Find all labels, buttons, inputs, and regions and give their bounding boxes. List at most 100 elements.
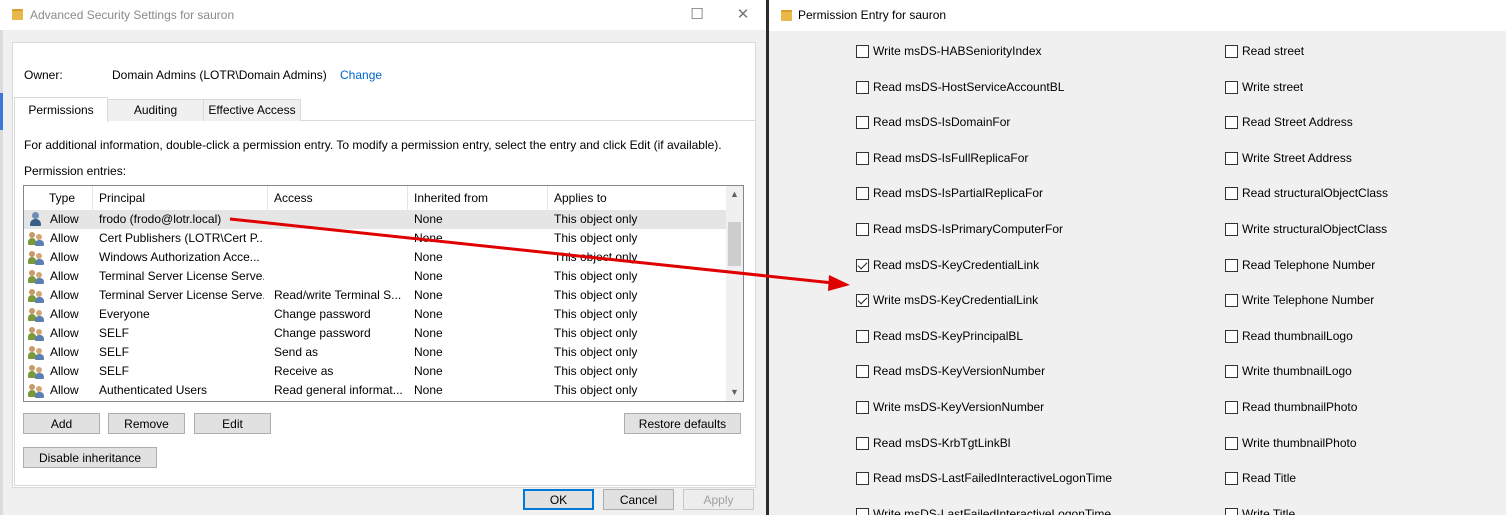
cell-applies: This object only xyxy=(554,288,638,302)
edit-button[interactable]: Edit xyxy=(194,413,271,434)
checkbox[interactable] xyxy=(1225,187,1238,201)
checkbox[interactable] xyxy=(856,45,869,58)
permission-label: Read street xyxy=(1242,44,1305,58)
scroll-up-icon[interactable]: ▲ xyxy=(726,186,743,203)
group-icon xyxy=(28,364,44,379)
permission-label: Write street xyxy=(1242,79,1304,94)
checkbox[interactable] xyxy=(856,365,869,379)
checkbox[interactable] xyxy=(856,472,869,486)
folder-icon xyxy=(12,9,23,20)
checkbox[interactable] xyxy=(856,151,869,165)
tab-auditing[interactable]: Auditing xyxy=(107,99,204,121)
table-row[interactable]: Allow Windows Authorization Acce... None Th… xyxy=(24,248,726,267)
permission-label: Read structuralObjectClass xyxy=(1242,186,1389,201)
checkbox[interactable] xyxy=(1225,401,1238,414)
group-icon xyxy=(28,383,44,398)
group-icon xyxy=(28,231,44,246)
cell-type: Allow xyxy=(50,231,79,245)
checkbox[interactable] xyxy=(1225,45,1238,58)
table-row[interactable]: Allow Terminal Server License Serve... Rea… xyxy=(24,286,726,305)
permission-label: Read thumbnailPhoto xyxy=(1242,400,1358,414)
tab-permissions[interactable]: Permissions xyxy=(14,97,108,122)
ok-button[interactable]: OK xyxy=(523,489,594,510)
column-access[interactable]: Access xyxy=(268,186,408,210)
table-row[interactable]: Allow frodo (frodo@lotr.local) None This ob… xyxy=(24,210,726,229)
checkbox[interactable] xyxy=(1225,365,1238,379)
cell-applies: This object only xyxy=(554,269,638,283)
checkbox[interactable] xyxy=(1225,507,1238,515)
checkbox[interactable] xyxy=(856,80,869,94)
permission-label: Read msDS-IsPrimaryComputerFor xyxy=(873,222,1064,236)
cell-principal: Terminal Server License Serve... xyxy=(99,269,264,283)
info-text: For additional information, double-click… xyxy=(24,138,722,152)
table-row[interactable]: Allow SELF Send as None This object only xyxy=(24,343,726,362)
remove-button[interactable]: Remove xyxy=(108,413,185,434)
checkbox[interactable] xyxy=(1225,472,1238,486)
permission-label: Read Title xyxy=(1242,471,1297,486)
checkbox[interactable] xyxy=(1225,116,1238,130)
table-row[interactable]: Allow Cert Publishers (LOTR\Cert P... None… xyxy=(24,229,726,248)
table-row[interactable]: Allow Terminal Server License Serve... Non… xyxy=(24,267,726,286)
cell-applies: This object only xyxy=(554,383,638,397)
table-row[interactable]: Allow Everyone Change password None This obj… xyxy=(24,305,726,324)
scroll-down-icon[interactable]: ▼ xyxy=(726,384,743,401)
checkbox[interactable] xyxy=(856,436,869,450)
checked-checkbox[interactable] xyxy=(856,294,869,308)
column-principal[interactable]: Principal xyxy=(93,186,268,210)
permission-label: Read msDS-KeyVersionNumber xyxy=(873,364,1046,379)
apply-button[interactable]: Apply xyxy=(683,489,754,510)
permission-label: Read msDS-LastFailedInteractiveLogonTime xyxy=(873,471,1112,486)
checkbox[interactable] xyxy=(856,401,869,414)
permissions-checklist: Write msDS-HABSeniorityIndex Read msDS-Ho… xyxy=(769,31,1506,515)
checkbox[interactable] xyxy=(1225,223,1238,236)
scroll-thumb[interactable] xyxy=(728,222,741,266)
checked-checkbox[interactable] xyxy=(856,258,869,272)
checkbox[interactable] xyxy=(856,329,869,343)
table-row[interactable]: Allow SELF Change password None This object … xyxy=(24,324,726,343)
tab-effective-access[interactable]: Effective Access xyxy=(203,99,301,121)
list-scrollbar[interactable]: ▲ ▼ xyxy=(726,186,743,401)
checkbox[interactable] xyxy=(1225,436,1238,450)
permission-label: Write Street Address xyxy=(1242,150,1352,165)
cell-principal: frodo (frodo@lotr.local) xyxy=(99,212,222,226)
checkbox[interactable] xyxy=(1225,151,1238,165)
column-applies-to[interactable]: Applies to xyxy=(548,186,726,210)
checkbox[interactable] xyxy=(856,187,869,201)
permission-label: Read Telephone Number xyxy=(1242,257,1376,272)
right-window-title: Permission Entry for sauron xyxy=(798,8,947,22)
permission-entries-list[interactable]: Type Principal Access Inherited from App… xyxy=(23,185,744,402)
checkbox[interactable] xyxy=(1225,294,1238,308)
change-owner-link[interactable]: Change xyxy=(340,68,382,82)
maximize-icon[interactable]: ☐ xyxy=(685,3,709,27)
checkbox[interactable] xyxy=(1225,258,1238,272)
checkbox[interactable] xyxy=(856,507,869,515)
checkbox[interactable] xyxy=(1225,329,1238,343)
user-icon xyxy=(28,212,44,227)
checkbox[interactable] xyxy=(1225,80,1238,94)
cancel-button[interactable]: Cancel xyxy=(603,489,674,510)
table-row[interactable]: Allow Authenticated Users Read general inf… xyxy=(24,381,726,400)
permission-label: Read msDS-IsDomainFor xyxy=(873,115,1011,130)
column-inherited-from[interactable]: Inherited from xyxy=(408,186,548,210)
cell-access: Read general informat... xyxy=(274,383,403,397)
permission-entries-label: Permission entries: xyxy=(24,164,127,178)
restore-defaults-button[interactable]: Restore defaults xyxy=(624,413,741,434)
add-button[interactable]: Add xyxy=(23,413,100,434)
checkbox[interactable] xyxy=(856,223,869,236)
left-titlebar: Advanced Security Settings for sauron ☐ … xyxy=(0,0,766,30)
cell-inherited: None xyxy=(414,250,443,264)
cell-principal: SELF xyxy=(99,364,130,378)
table-row[interactable]: Allow SELF Receive as None This object only xyxy=(24,362,726,381)
cell-inherited: None xyxy=(414,231,443,245)
folder-icon xyxy=(781,10,792,21)
close-icon[interactable]: ✕ xyxy=(731,3,755,27)
column-type[interactable]: Type xyxy=(43,186,93,210)
cell-type: Allow xyxy=(50,250,79,264)
owner-label: Owner: xyxy=(24,68,63,82)
cell-type: Allow xyxy=(50,307,79,321)
right-titlebar: Permission Entry for sauron xyxy=(769,0,1506,30)
checkbox[interactable] xyxy=(856,116,869,130)
cell-principal: Cert Publishers (LOTR\Cert P... xyxy=(99,231,264,245)
disable-inheritance-button[interactable]: Disable inheritance xyxy=(23,447,157,468)
cell-type: Allow xyxy=(50,383,79,397)
